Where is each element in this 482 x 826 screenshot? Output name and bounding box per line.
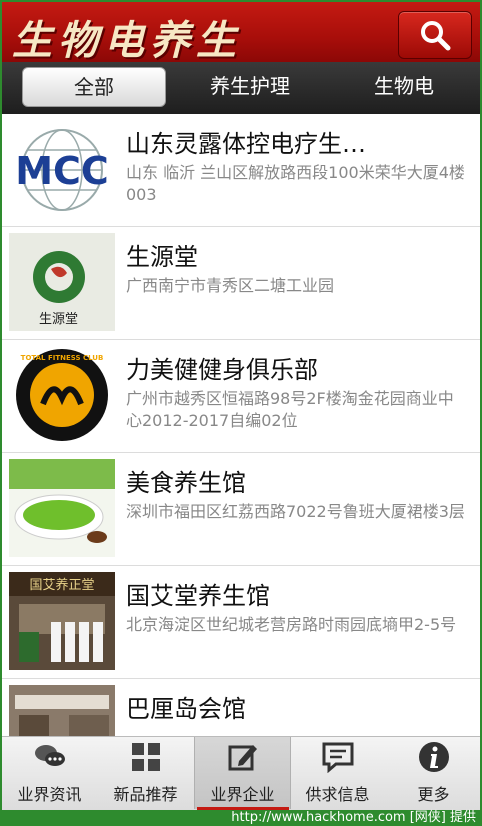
business-name: 生源堂 <box>126 243 198 271</box>
tab-all[interactable]: 全部 <box>22 67 166 107</box>
info-icon <box>419 742 449 772</box>
business-name: 力美健健身俱乐部 <box>126 356 318 384</box>
nav-label: 新品推荐 <box>113 785 178 804</box>
business-name: 巴厘岛会馆 <box>126 695 246 723</box>
fitness-club-logo: TOTAL FITNESS CLUB <box>9 346 115 444</box>
nav-more[interactable]: 更多 <box>386 737 480 809</box>
nav-label: 业界企业 <box>210 785 275 804</box>
storefront-photo: 国艾养正堂 <box>9 572 115 670</box>
mcc-logo: MCC <box>9 120 115 218</box>
nav-label: 业界资讯 <box>17 785 82 804</box>
search-button[interactable] <box>398 11 472 59</box>
message-icon <box>322 742 354 773</box>
business-address: 北京海淀区世纪城老营房路时雨园底墒甲2-5号 <box>126 615 457 634</box>
shengyuantang-logo: 生源堂 <box>9 233 115 331</box>
business-name: 美食养生馆 <box>126 469 246 497</box>
nav-industry-companies[interactable]: 业界企业 <box>194 737 291 809</box>
nav-industry-news[interactable]: 业界资讯 <box>2 737 97 809</box>
category-tabs: 全部 养生护理 生物电 <box>2 62 480 114</box>
edit-icon <box>228 745 257 771</box>
list-item[interactable]: MCC 山东灵露体控电疗生… 山东 临沂 兰山区解放路西段100米荣华大厦4楼0… <box>2 114 480 227</box>
soup-photo <box>9 459 115 557</box>
nav-new-products[interactable]: 新品推荐 <box>98 737 193 809</box>
tab-bioelectric[interactable]: 生物电 <box>336 67 472 105</box>
business-address: 广州市越秀区恒福路98号2F楼淘金花园商业中心2012-2017自编02位 <box>126 389 454 430</box>
business-address: 山东 临沂 兰山区解放路西段100米荣华大厦4楼003 <box>126 163 465 204</box>
business-name: 山东灵露体控电疗生… <box>126 130 366 158</box>
app-title: 生物电养生 <box>12 17 242 64</box>
business-list: MCC 山东灵露体控电疗生… 山东 临沂 兰山区解放路西段100米荣华大厦4楼0… <box>2 114 480 736</box>
watermark-footer: http://www.hackhome.com [网侠] 提供 <box>0 810 482 826</box>
app-screen: 生物电养生 全部 养生护理 生物电 MCC 山东灵露体控电疗生… 山东 临沂 兰… <box>2 2 480 810</box>
business-address: 深圳市福田区红荔西路7022号鲁班大厦裙楼3层 <box>126 502 465 521</box>
svg-text:国艾养正堂: 国艾养正堂 <box>29 577 94 593</box>
bali-club-photo <box>9 685 115 736</box>
bottom-nav: 业界资讯 新品推荐 业界企业 供求信息 更多 <box>2 736 480 810</box>
list-item[interactable]: 生源堂 生源堂 广西南宁市青秀区二塘工业园 <box>2 227 480 340</box>
svg-text:生源堂: 生源堂 <box>39 312 78 327</box>
business-address: 广西南宁市青秀区二塘工业园 <box>126 276 335 295</box>
list-item[interactable]: 巴厘岛会馆 <box>2 679 480 736</box>
watermark-text: http://www.hackhome.com [网侠] 提供 <box>231 810 476 825</box>
chat-bubbles-icon <box>35 745 65 766</box>
svg-text:MCC: MCC <box>15 149 109 193</box>
list-item[interactable]: TOTAL FITNESS CLUB 力美健健身俱乐部 广州市越秀区恒福路98号… <box>2 340 480 453</box>
nav-label: 更多 <box>417 785 450 804</box>
svg-text:TOTAL FITNESS CLUB: TOTAL FITNESS CLUB <box>21 354 104 362</box>
business-name: 国艾堂养生馆 <box>126 582 270 610</box>
search-icon <box>421 21 451 51</box>
nav-supply-demand[interactable]: 供求信息 <box>290 737 385 809</box>
nav-label: 供求信息 <box>305 785 370 804</box>
tab-health-care[interactable]: 养生护理 <box>180 67 320 105</box>
app-header: 生物电养生 <box>2 2 480 64</box>
grid-icon <box>132 743 160 771</box>
list-item[interactable]: 美食养生馆 深圳市福田区红荔西路7022号鲁班大厦裙楼3层 <box>2 453 480 566</box>
list-item[interactable]: 国艾养正堂 国艾堂养生馆 北京海淀区世纪城老营房路时雨园底墒甲2-5号 <box>2 566 480 679</box>
